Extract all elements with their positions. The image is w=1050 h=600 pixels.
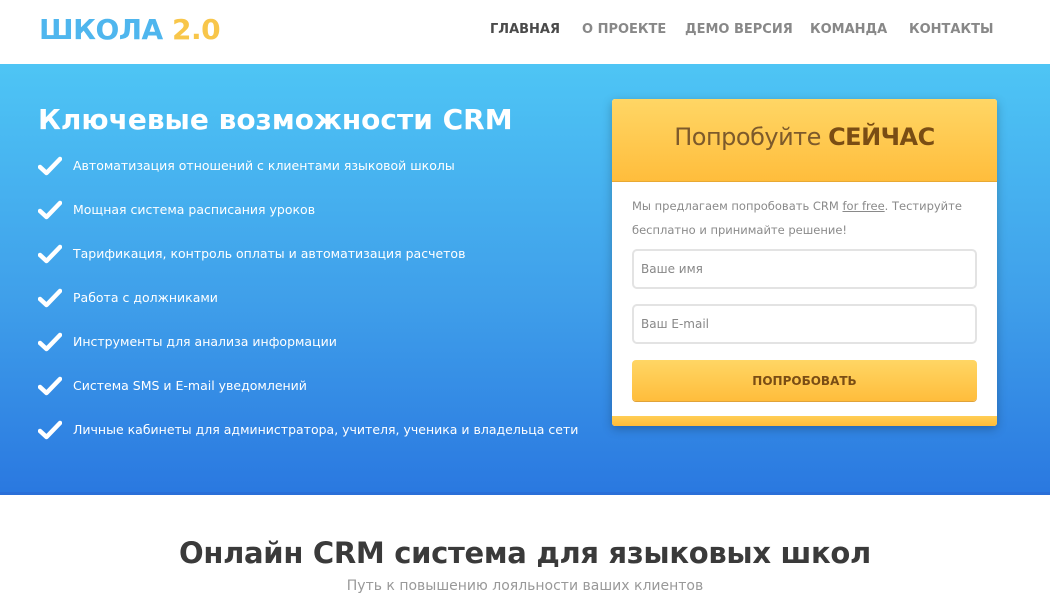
signup-card-header: Попробуйте СЕЙЧАС xyxy=(612,99,997,182)
feature-text: Тарификация, контроль оплаты и автоматиз… xyxy=(73,246,466,261)
signup-desc-before: Мы предлагаем попробовать CRM xyxy=(632,199,843,213)
name-input[interactable] xyxy=(632,249,977,289)
feature-item: Тарификация, контроль оплаты и автоматиз… xyxy=(38,244,578,288)
feature-item: Автоматизация отношений с клиентами язык… xyxy=(38,156,578,200)
feature-text: Мощная система расписания уроков xyxy=(73,202,316,217)
nav-item-contacts[interactable]: Контакты xyxy=(909,22,993,37)
feature-item: Инструменты для анализа информации xyxy=(38,332,578,376)
feature-text: Работа с должниками xyxy=(73,290,218,305)
site-header: ШКОЛА 2.0 Главная О проекте Демо версия … xyxy=(0,0,1050,64)
feature-text: Система SMS и E-mail уведомлений xyxy=(73,378,307,393)
feature-item: Мощная система расписания уроков xyxy=(38,200,578,244)
nav-item-about[interactable]: О проекте xyxy=(582,22,666,37)
hero-title: Ключевые возможности CRM xyxy=(38,103,513,136)
nav-item-demo[interactable]: Демо версия xyxy=(685,22,793,37)
checkmark-icon xyxy=(38,332,62,352)
try-button[interactable]: Попробовать xyxy=(632,360,977,401)
signup-card: Попробуйте СЕЙЧАС Мы предлагаем попробов… xyxy=(612,99,997,426)
signup-title-regular: Попробуйте xyxy=(674,123,821,151)
checkmark-icon xyxy=(38,420,62,440)
for-free-link[interactable]: for free xyxy=(843,199,885,213)
feature-text: Автоматизация отношений с клиентами язык… xyxy=(73,158,455,173)
section-title: Онлайн CRM система для языковых школ xyxy=(179,536,871,570)
nav-item-team[interactable]: Команда xyxy=(810,22,887,37)
checkmark-icon xyxy=(38,156,62,176)
signup-title-bold: СЕЙЧАС xyxy=(828,123,935,151)
feature-item: Личные кабинеты для администратора, учит… xyxy=(38,420,578,464)
main-nav: Главная О проекте Демо версия Команда Ко… xyxy=(0,22,1050,42)
signup-card-footer-bar xyxy=(612,416,997,426)
checkmark-icon xyxy=(38,288,62,308)
checkmark-icon xyxy=(38,376,62,396)
signup-card-title: Попробуйте СЕЙЧАС xyxy=(612,123,997,151)
checkmark-icon xyxy=(38,244,62,264)
hero-section: Ключевые возможности CRM Автоматизация о… xyxy=(0,64,1050,494)
feature-item: Работа с должниками xyxy=(38,288,578,332)
section-subtitle: Путь к повышению лояльности ваших клиент… xyxy=(346,578,704,594)
checkmark-icon xyxy=(38,200,62,220)
feature-list: Автоматизация отношений с клиентами язык… xyxy=(38,156,578,464)
feature-item: Система SMS и E-mail уведомлений xyxy=(38,376,578,420)
hero-bottom-border xyxy=(0,492,1050,495)
feature-text: Личные кабинеты для администратора, учит… xyxy=(73,422,579,437)
email-input[interactable] xyxy=(632,304,977,344)
feature-text: Инструменты для анализа информации xyxy=(73,334,337,349)
nav-item-home[interactable]: Главная xyxy=(490,22,560,37)
signup-description: Мы предлагаем попробовать CRM for free. … xyxy=(632,194,982,242)
